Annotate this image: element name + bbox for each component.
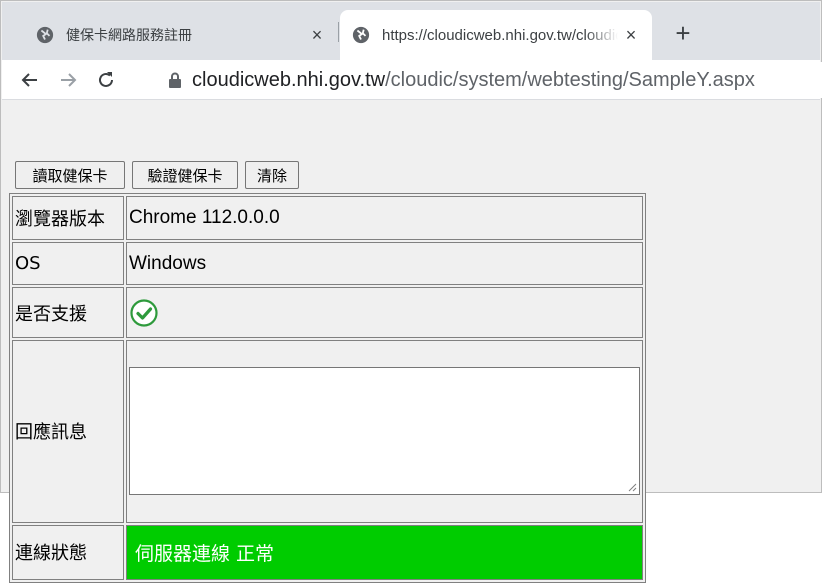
browser-version-label: 瀏覽器版本 [12, 196, 124, 241]
close-icon[interactable]: × [304, 22, 330, 48]
tab-separator [338, 22, 339, 42]
browser-toolbar: cloudicweb.nhi.gov.tw/cloudic/system/web… [2, 60, 822, 100]
url-host: cloudicweb.nhi.gov.tw [192, 68, 386, 91]
tab-title: 健保卡網路服務註冊 [66, 28, 192, 44]
support-label: 是否支援 [12, 287, 124, 339]
clear-button[interactable]: 清除 [245, 161, 299, 189]
address-bar[interactable]: cloudicweb.nhi.gov.tw/cloudic/system/web… [152, 62, 822, 98]
reload-icon [99, 72, 113, 87]
info-table: 瀏覽器版本 Chrome 112.0.0.0 OS Windows 是否支援 回… [9, 193, 646, 583]
verify-card-button[interactable]: 驗證健保卡 [132, 161, 238, 189]
resize-grip-icon[interactable] [627, 482, 637, 492]
check-circle-icon [130, 299, 158, 327]
response-cell [126, 340, 643, 523]
table-row: OS Windows [12, 242, 643, 286]
os-value: Windows [126, 242, 643, 286]
browser-version-value: Chrome 112.0.0.0 [126, 196, 643, 241]
browser-window: 健保卡網路服務註冊 × https://cloudicweb.nhi.gov.t… [0, 0, 822, 583]
globe-icon [36, 26, 54, 44]
os-label: OS [12, 242, 124, 286]
tab-title: https://cloudicweb.nhi.gov.tw/cloudic/sy… [382, 26, 618, 44]
tab-sampley[interactable]: https://cloudicweb.nhi.gov.tw/cloudic/sy… [340, 10, 652, 60]
page-content: 讀取健保卡 驗證健保卡 清除 瀏覽器版本 Chrome 112.0.0.0 OS… [2, 101, 820, 583]
back-button[interactable] [14, 64, 46, 96]
close-icon[interactable]: × [618, 22, 644, 48]
lock-icon[interactable] [168, 72, 182, 88]
table-row: 連線狀態 伺服器連線 正常 [12, 524, 643, 580]
url-path: /cloudic/system/webtesting/SampleY.aspx [385, 68, 755, 91]
response-label: 回應訊息 [12, 340, 124, 523]
globe-icon [352, 26, 370, 44]
tab-nhi-registration[interactable]: 健保卡網路服務註冊 × [24, 10, 338, 60]
tab-strip: 健保卡網路服務註冊 × https://cloudicweb.nhi.gov.t… [2, 2, 820, 60]
response-textarea[interactable] [129, 367, 640, 496]
url-text: cloudicweb.nhi.gov.tw/cloudic/system/web… [192, 69, 755, 92]
table-row: 是否支援 [12, 287, 643, 339]
connection-status: 伺服器連線 正常 [126, 524, 643, 580]
table-row: 回應訊息 [12, 340, 643, 523]
connection-label: 連線狀態 [12, 524, 124, 580]
arrow-left-icon [21, 73, 37, 87]
read-card-button[interactable]: 讀取健保卡 [15, 161, 125, 189]
arrow-right-icon [61, 73, 77, 87]
support-value [126, 287, 643, 339]
new-tab-button[interactable]: + [666, 16, 700, 50]
forward-button[interactable] [52, 64, 84, 96]
reload-button[interactable] [90, 64, 122, 96]
table-row: 瀏覽器版本 Chrome 112.0.0.0 [12, 196, 643, 241]
